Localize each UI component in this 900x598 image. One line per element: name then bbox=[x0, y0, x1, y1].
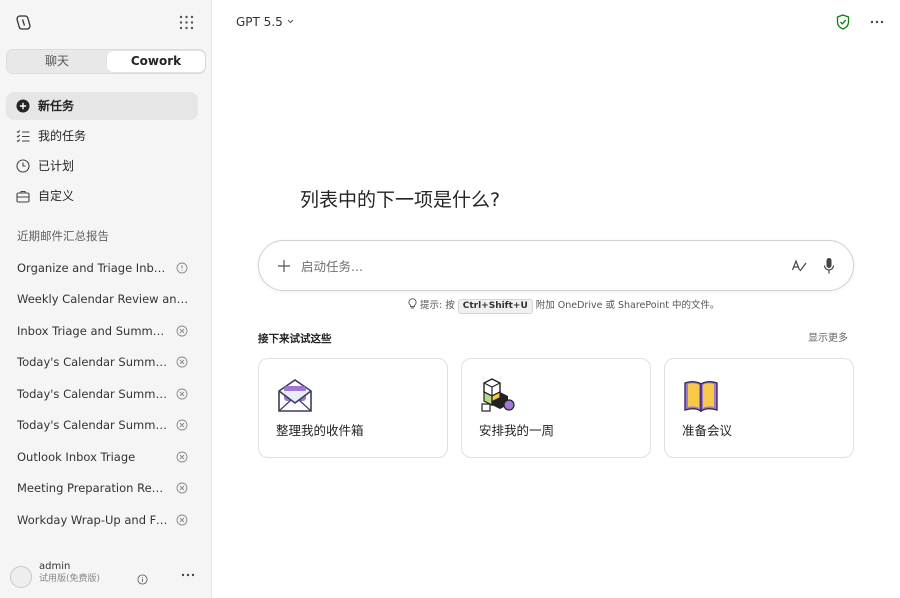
shortcut-hint: 提示: 按 Ctrl+Shift+U 附加 OneDrive 或 SharePoin… bbox=[408, 298, 720, 314]
sidebar-header bbox=[0, 0, 212, 46]
history-item[interactable]: Inbox Triage and Summary bbox=[6, 317, 200, 345]
add-icon[interactable] bbox=[277, 259, 291, 273]
page-headline: 列表中的下一项是什么? bbox=[300, 189, 501, 211]
card-label: 整理我的收件箱 bbox=[276, 423, 364, 438]
suggestion-card-week[interactable]: 安排我的一周 bbox=[461, 358, 651, 458]
user-name: admin bbox=[39, 561, 71, 572]
dismiss-circle-icon[interactable] bbox=[176, 482, 188, 494]
history-item[interactable]: Workday Wrap-Up and Fol... bbox=[6, 506, 200, 534]
dismiss-circle-icon[interactable] bbox=[176, 419, 188, 431]
show-more-link[interactable]: 显示更多 bbox=[808, 331, 848, 347]
main-panel: GPT 5.5 列表中的下一项是什么? 提示: 按Ctrl+Shift+U附加 … bbox=[212, 0, 900, 598]
history-item-label: Organize and Triage Inbox ... bbox=[17, 261, 169, 275]
card-label: 准备会议 bbox=[682, 423, 733, 438]
plus-circle-icon bbox=[16, 99, 30, 113]
clock-icon bbox=[16, 159, 30, 173]
book-icon bbox=[684, 380, 718, 413]
nav-label: 我的任务 bbox=[38, 129, 87, 143]
dismiss-circle-icon[interactable] bbox=[176, 451, 188, 463]
chat-bubble-icon bbox=[176, 262, 188, 274]
history-item[interactable]: Today's Calendar Summary bbox=[6, 380, 200, 408]
briefcase-icon bbox=[16, 190, 30, 203]
suggestion-card-inbox[interactable]: 整理我的收件箱 bbox=[258, 358, 448, 458]
history-item-label: Today's Calendar Summary bbox=[17, 387, 169, 401]
history-item-label: Weekly Calendar Review and Or... bbox=[17, 292, 189, 306]
history-item[interactable]: Outlook Inbox Triage bbox=[6, 443, 200, 471]
history-item[interactable]: Today's Calendar Summary bbox=[6, 411, 200, 439]
shield-check-icon[interactable] bbox=[836, 14, 850, 30]
envelope-icon bbox=[278, 379, 312, 412]
user-profile[interactable]: admin 试用版(免费版) bbox=[0, 558, 212, 598]
microphone-icon[interactable] bbox=[823, 257, 835, 275]
nav-my-tasks[interactable]: 我的任务 bbox=[6, 122, 198, 150]
hint-suffix: 附加 OneDrive 或 SharePoint 中的文件。 bbox=[535, 300, 720, 311]
nav-label: 自定义 bbox=[38, 189, 75, 203]
avatar[interactable] bbox=[10, 566, 32, 588]
text-style-icon[interactable] bbox=[791, 258, 807, 274]
suggestion-card-meeting[interactable]: 准备会议 bbox=[664, 358, 854, 458]
copilot-logo-icon[interactable] bbox=[15, 14, 32, 31]
more-options-icon[interactable] bbox=[870, 19, 884, 25]
more-options-icon[interactable] bbox=[181, 572, 195, 578]
mode-switcher: 聊天 Cowork bbox=[6, 49, 206, 74]
nav-scheduled[interactable]: 已计划 bbox=[6, 152, 198, 180]
app-launcher-icon[interactable] bbox=[178, 14, 195, 31]
history-item[interactable]: Weekly Calendar Review and Or... bbox=[6, 285, 200, 313]
tab-chat[interactable]: 聊天 bbox=[8, 51, 106, 72]
history-item-label: Meeting Preparation Review bbox=[17, 481, 169, 495]
sidebar: 聊天 Cowork 新任务 我的任务 已计划 自定义 近期邮件汇总报告 Orga… bbox=[0, 0, 212, 598]
history-item-label: Outlook Inbox Triage bbox=[17, 450, 136, 464]
history-item[interactable]: Today's Calendar Summary bbox=[6, 348, 200, 376]
lightbulb-icon bbox=[408, 298, 417, 309]
nav-custom[interactable]: 自定义 bbox=[6, 182, 198, 210]
task-composer bbox=[258, 240, 854, 291]
suggestions-title: 接下来试试这些 bbox=[258, 333, 332, 345]
model-name: GPT 5.5 bbox=[236, 15, 283, 29]
task-list-icon bbox=[16, 130, 30, 143]
nav-new-task[interactable]: 新任务 bbox=[6, 92, 198, 120]
nav-label: 已计划 bbox=[38, 159, 75, 173]
history-item-label: Inbox Triage and Summary bbox=[17, 324, 169, 338]
history-item-label: Today's Calendar Summary bbox=[17, 418, 169, 432]
model-selector[interactable]: GPT 5.5 bbox=[236, 14, 294, 30]
history-item[interactable]: Meeting Preparation Review bbox=[6, 474, 200, 502]
shortcut-key: Ctrl+Shift+U bbox=[457, 299, 533, 314]
dismiss-circle-icon[interactable] bbox=[176, 356, 188, 368]
info-icon[interactable] bbox=[137, 574, 148, 585]
user-plan: 试用版(免费版) bbox=[39, 574, 101, 584]
tab-cowork[interactable]: Cowork bbox=[107, 51, 205, 72]
dismiss-circle-icon[interactable] bbox=[176, 388, 188, 400]
history-item[interactable]: Organize and Triage Inbox ... bbox=[6, 254, 200, 282]
history-item-label: Today's Calendar Summary bbox=[17, 355, 169, 369]
hint-prefix: 提示: 按 bbox=[420, 300, 455, 311]
chevron-down-icon bbox=[287, 19, 294, 24]
history-item-label: Workday Wrap-Up and Fol... bbox=[17, 513, 169, 527]
dismiss-circle-icon[interactable] bbox=[176, 325, 188, 337]
blocks-icon bbox=[481, 378, 515, 412]
dismiss-circle-icon[interactable] bbox=[176, 514, 188, 526]
recent-section-title: 近期邮件汇总报告 bbox=[17, 229, 109, 243]
card-label: 安排我的一周 bbox=[479, 423, 555, 438]
task-input[interactable] bbox=[301, 253, 771, 279]
nav-label: 新任务 bbox=[38, 99, 75, 113]
